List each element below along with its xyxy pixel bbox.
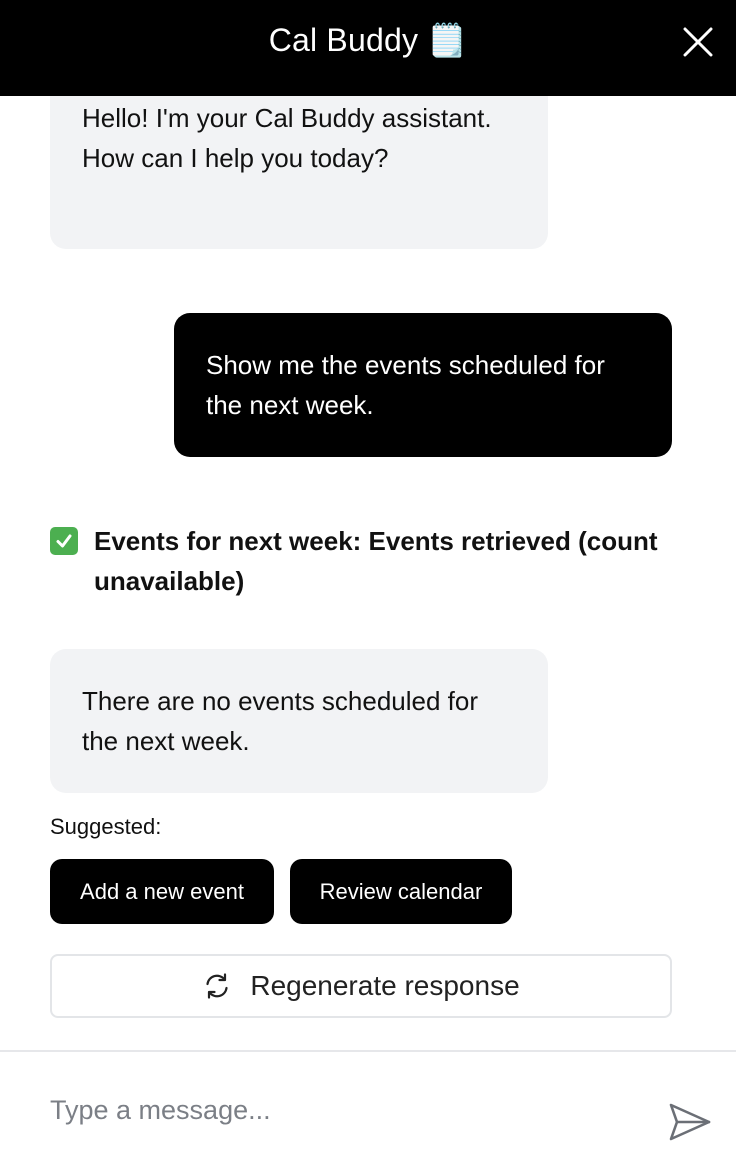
suggestion-add-event[interactable]: Add a new event [50,859,274,924]
assistant-message: There are no events scheduled for the ne… [50,649,548,793]
send-button[interactable] [664,1096,716,1148]
chat-title: Cal Buddy 🗒️ [268,22,468,58]
tool-result: Events for next week: Events retrieved (… [50,521,670,601]
message-text: Show me the events scheduled for the nex… [206,350,605,420]
chat-header: Cal Buddy 🗒️ [0,0,736,96]
message-list[interactable]: Hello! I'm your Cal Buddy assistant. How… [0,96,736,1050]
send-icon [669,1103,711,1141]
regenerate-button[interactable]: Regenerate response [50,954,672,1018]
chat-window: Cal Buddy 🗒️ Hello! I'm your Cal Buddy a… [0,0,736,1162]
check-icon [50,527,78,555]
user-message: Show me the events scheduled for the nex… [174,313,672,457]
message-input[interactable] [50,1082,630,1138]
assistant-message: Hello! I'm your Cal Buddy assistant. How… [50,96,548,249]
close-icon [683,27,713,57]
refresh-icon [202,971,232,1001]
regenerate-label: Regenerate response [250,970,520,1001]
tool-result-text: Events for next week: Events retrieved (… [94,526,658,596]
close-button[interactable] [676,20,720,64]
suggested-label: Suggested: [50,814,162,839]
message-text: Hello! I'm your Cal Buddy assistant. How… [82,103,492,173]
message-text: There are no events scheduled for the ne… [82,686,479,756]
suggestion-review-calendar[interactable]: Review calendar [290,859,512,924]
message-composer [0,1050,736,1162]
